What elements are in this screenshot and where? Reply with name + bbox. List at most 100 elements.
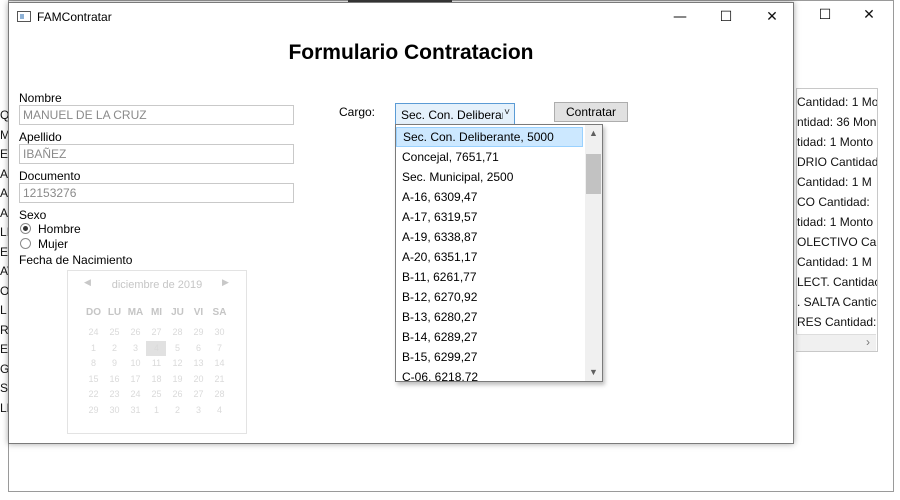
calendar-day[interactable]: 4 [209,405,230,415]
calendar-day[interactable]: 15 [83,374,104,384]
cargo-option[interactable]: B-12, 6270,92 [396,287,583,307]
calendar-day[interactable]: 24 [83,327,104,337]
cargo-option[interactable]: A-16, 6309,47 [396,187,583,207]
scroll-thumb[interactable] [586,154,601,194]
cargo-option[interactable]: C-06, 6218,72 [396,367,583,381]
calendar-day[interactable]: 2 [167,405,188,415]
background-list-item[interactable]: tidad: 1 Monto [797,215,873,229]
background-list-item[interactable]: CO Cantidad: [797,195,870,209]
calendar-day[interactable]: 24 [125,389,146,399]
calendar-day[interactable]: 26 [167,389,188,399]
background-list-scrollbar[interactable]: › [796,334,876,351]
calendar-weekday: SA [212,307,227,318]
calendar-day[interactable]: 29 [188,327,209,337]
scroll-down-icon[interactable]: ▼ [585,364,602,381]
calendar-month[interactable]: diciembre de 2019 [68,279,246,291]
calendar-day[interactable]: 30 [209,327,230,337]
calendar-day[interactable]: 3 [125,343,146,353]
radio-mujer[interactable] [20,238,31,249]
background-list[interactable]: Cantidad: 1 Mo ntidad: 36 Mon tidad: 1 Mon… [796,88,878,352]
calendar-day[interactable]: 28 [209,389,230,399]
radio-hombre-label[interactable]: Hombre [38,222,81,236]
date-calendar[interactable]: ◀ diciembre de 2019 ▶ DO LU MA MI JU VI SA 24 25… [67,270,247,434]
calendar-day[interactable]: 16 [104,374,125,384]
background-list-item[interactable]: LECT. Cantidac [797,275,877,289]
calendar-day[interactable]: 9 [104,358,125,368]
calendar-day[interactable]: 2 [104,343,125,353]
calendar-day[interactable]: 14 [209,358,230,368]
background-left-item: L [0,303,7,317]
radio-hombre[interactable] [20,223,31,234]
cargo-option[interactable]: Sec. Municipal, 2500 [396,167,583,187]
background-list-item[interactable]: Cantidad: 1 M [797,255,872,269]
nombre-label: Nombre [19,91,62,105]
calendar-day[interactable]: 8 [83,358,104,368]
minimize-icon[interactable]: — [657,3,703,31]
nombre-field[interactable]: MANUEL DE LA CRUZ [19,105,294,125]
contratar-button[interactable]: Contratar [554,102,628,122]
calendar-day[interactable]: 13 [188,358,209,368]
background-list-item[interactable]: . SALTA Cantic [797,295,877,309]
background-list-item[interactable]: RES Cantidad: [797,315,876,329]
cargo-combobox[interactable]: Sec. Con. Deliberante, 5000 ˅ [395,103,515,125]
calendar-next-icon[interactable]: ▶ [222,277,229,288]
background-list-item[interactable]: Cantidad: 1 Mo [797,95,877,109]
calendar-day[interactable]: 28 [167,327,188,337]
calendar-day[interactable]: 18 [146,374,167,384]
calendar-day[interactable]: 1 [146,405,167,415]
cargo-dropdown-list[interactable]: Sec. Con. Deliberante, 5000 Concejal, 765… [395,124,603,382]
calendar-day[interactable]: 6 [188,343,209,353]
calendar-day[interactable]: 27 [188,389,209,399]
background-maximize-icon[interactable]: ☐ [818,6,832,24]
calendar-day[interactable]: 4 [146,343,167,353]
calendar-day[interactable]: 29 [83,405,104,415]
calendar-day[interactable]: 1 [83,343,104,353]
title-bar[interactable]: FAMContratar — ☐ ✕ [9,3,793,31]
apellido-field[interactable]: IBAÑEZ [19,144,294,164]
calendar-day[interactable]: 25 [104,327,125,337]
dropdown-scrollbar[interactable]: ▲ ▼ [585,125,602,381]
calendar-day[interactable]: 5 [167,343,188,353]
calendar-day[interactable]: 22 [83,389,104,399]
cargo-option[interactable]: A-20, 6351,17 [396,247,583,267]
documento-field[interactable]: 12153276 [19,183,294,203]
maximize-icon[interactable]: ☐ [703,3,749,31]
cargo-option[interactable]: A-19, 6338,87 [396,227,583,247]
scroll-up-icon[interactable]: ▲ [585,125,602,142]
scroll-right-icon[interactable]: › [866,335,870,349]
calendar-day[interactable]: 25 [146,389,167,399]
cargo-option[interactable]: B-14, 6289,27 [396,327,583,347]
calendar-day[interactable]: 27 [146,327,167,337]
background-left-item: LI [0,225,8,239]
calendar-day[interactable]: 12 [167,358,188,368]
background-list-item[interactable]: tidad: 1 Monto [797,135,873,149]
background-left-item: A [0,205,8,220]
cargo-option[interactable]: A-17, 6319,57 [396,207,583,227]
calendar-day[interactable]: 26 [125,327,146,337]
background-left-item: ER [0,342,8,356]
calendar-day[interactable]: 23 [104,389,125,399]
cargo-option[interactable]: B-11, 6261,77 [396,267,583,287]
calendar-day[interactable]: 19 [167,374,188,384]
calendar-day[interactable]: 17 [125,374,146,384]
calendar-day[interactable]: 3 [188,405,209,415]
calendar-day[interactable]: 10 [125,358,146,368]
cargo-option[interactable]: B-13, 6280,27 [396,307,583,327]
background-list-item[interactable]: DRIO Cantidad [797,155,877,169]
cargo-option[interactable]: Sec. Con. Deliberante, 5000 [396,127,583,147]
background-list-item[interactable]: ntidad: 36 Mon [797,115,876,129]
cargo-option[interactable]: B-15, 6299,27 [396,347,583,367]
background-list-item[interactable]: OLECTIVO Cant [797,235,877,249]
calendar-day[interactable]: 21 [209,374,230,384]
radio-mujer-label[interactable]: Mujer [38,237,68,251]
background-close-icon[interactable]: ✕ [860,6,878,24]
cargo-option[interactable]: Concejal, 7651,71 [396,147,583,167]
window-title: FAMContratar [37,10,112,24]
calendar-day[interactable]: 11 [146,358,167,368]
calendar-day[interactable]: 31 [125,405,146,415]
calendar-day[interactable]: 20 [188,374,209,384]
calendar-day[interactable]: 7 [209,343,230,353]
background-list-item[interactable]: Cantidad: 1 M [797,175,872,189]
calendar-day[interactable]: 30 [104,405,125,415]
close-icon[interactable]: ✕ [749,3,795,31]
